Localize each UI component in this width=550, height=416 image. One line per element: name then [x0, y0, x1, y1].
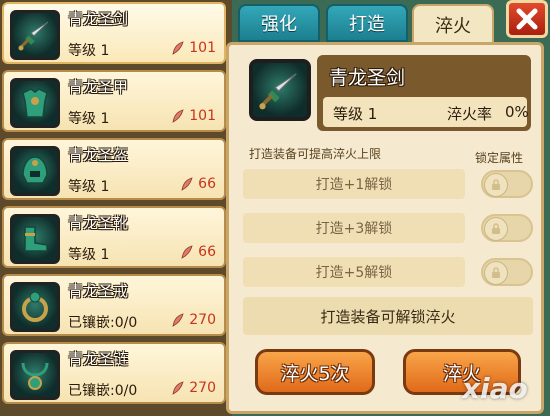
- armor-icon: [10, 78, 60, 128]
- equipment-cost-value: 270: [189, 312, 216, 328]
- close-button[interactable]: [506, 0, 548, 38]
- equipment-stat: 等级 1: [68, 179, 110, 195]
- equipment-name: 青龙圣盔: [68, 146, 129, 164]
- tab-forge[interactable]: 打造: [326, 4, 408, 42]
- tab-strengthen[interactable]: 强化: [238, 4, 320, 42]
- feather-icon: [172, 109, 184, 123]
- equipment-cost-value: 101: [189, 108, 216, 124]
- equipment-stat: 已镶嵌:0/0: [68, 383, 138, 399]
- lock-icon: [484, 217, 508, 241]
- equipment-stat: 已镶嵌:0/0: [68, 315, 138, 331]
- unlock-slot-3: 打造+5解锁: [243, 257, 465, 287]
- equipment-cost-value: 66: [198, 244, 216, 260]
- equipment-stat: 等级 1: [68, 43, 110, 59]
- lock-attributes-title: 锁定属性: [475, 151, 524, 165]
- equipment-cost: 66: [180, 176, 216, 192]
- equipment-stat: 等级 1: [68, 247, 110, 263]
- equipment-name: 青龙圣甲: [68, 78, 129, 96]
- ring-icon: [10, 282, 60, 332]
- helmet-icon: [10, 146, 60, 196]
- equipment-cost-value: 101: [189, 40, 216, 56]
- quench-content: 青龙圣剑 等级 1 淬火率 0% 打造装备可提高淬火上限 锁定属性 打造+1解锁…: [226, 42, 544, 414]
- lock-toggle-3[interactable]: [481, 258, 533, 286]
- close-icon: [516, 8, 538, 30]
- lock-toggle-2[interactable]: [481, 214, 533, 242]
- lock-toggle-1[interactable]: [481, 170, 533, 198]
- equipment-cost: 101: [171, 108, 216, 124]
- equipment-name: 青龙圣戒: [68, 282, 129, 300]
- sword-icon: [10, 10, 60, 60]
- equipment-item-sword[interactable]: 青龙圣剑 等级 1 101: [2, 2, 226, 64]
- necklace-icon: [10, 350, 60, 400]
- equipment-cost: 66: [180, 244, 216, 260]
- quench-rate-value: 0%: [505, 103, 529, 121]
- feather-icon: [172, 313, 184, 327]
- unlock-slot-1: 打造+1解锁: [243, 169, 465, 199]
- feather-icon: [172, 381, 184, 395]
- equipment-item-necklace[interactable]: 青龙圣链 已镶嵌:0/0 270: [2, 342, 226, 404]
- lock-icon: [484, 173, 508, 197]
- equipment-cost-value: 270: [189, 380, 216, 396]
- equipment-item-ring[interactable]: 青龙圣戒 已镶嵌:0/0 270: [2, 274, 226, 336]
- equipment-cost: 270: [171, 380, 216, 396]
- lock-icon: [484, 261, 508, 285]
- equipment-item-boots[interactable]: 青龙圣靴 等级 1 66: [2, 206, 226, 268]
- equipment-name: 青龙圣链: [68, 350, 129, 368]
- equipment-cost: 270: [171, 312, 216, 328]
- unlock-slot-2: 打造+3解锁: [243, 213, 465, 243]
- quench-rate-label: 淬火率: [447, 105, 493, 123]
- tab-quench[interactable]: 淬火: [412, 4, 494, 46]
- equipment-item-armor[interactable]: 青龙圣甲 等级 1 101: [2, 70, 226, 132]
- equipment-list: 青龙圣剑 等级 1 101 青龙圣甲 等级 1 101 青龙圣盔 等级 1 66: [0, 0, 232, 416]
- equipment-stat: 等级 1: [68, 111, 110, 127]
- feather-icon: [181, 177, 193, 191]
- equipment-cost: 101: [171, 40, 216, 56]
- unlock-notice: 打造装备可解锁淬火: [243, 297, 533, 335]
- equipment-cost-value: 66: [198, 176, 216, 192]
- equipment-name: 青龙圣剑: [68, 10, 129, 28]
- feather-icon: [172, 41, 184, 55]
- sword-icon: [249, 59, 311, 121]
- quench-five-button[interactable]: 淬火5次: [255, 349, 375, 395]
- equipment-name: 青龙圣靴: [68, 214, 129, 232]
- quench-hint: 打造装备可提高淬火上限: [249, 147, 382, 161]
- feather-icon: [181, 245, 193, 259]
- equipment-item-helmet[interactable]: 青龙圣盔 等级 1 66: [2, 138, 226, 200]
- item-level: 等级 1: [333, 105, 378, 123]
- boots-icon: [10, 214, 60, 264]
- item-name: 青龙圣剑: [329, 67, 406, 89]
- watermark: xiao: [462, 372, 528, 405]
